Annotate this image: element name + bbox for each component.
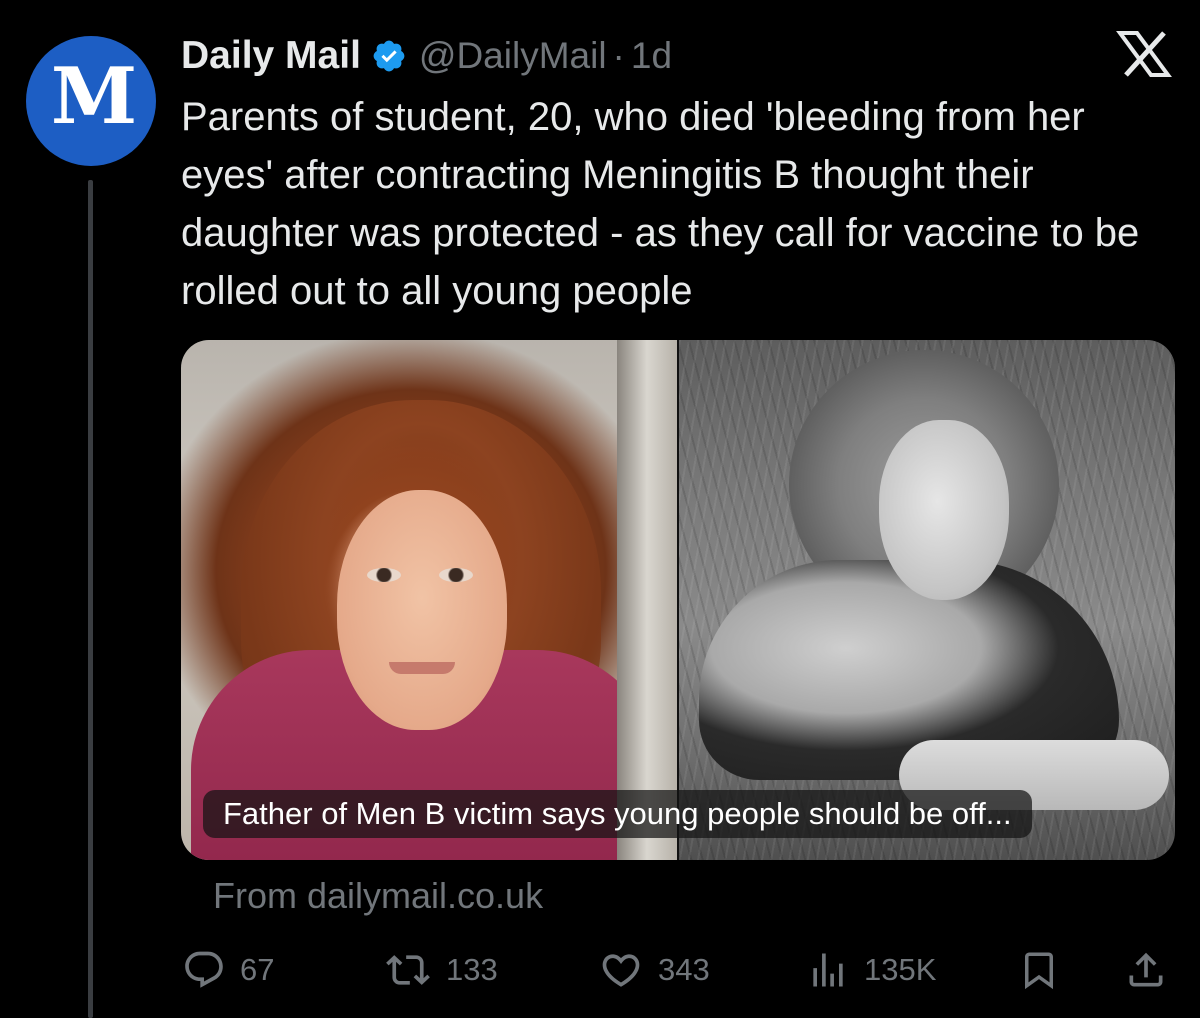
repost-button[interactable]: 133 — [384, 940, 498, 1000]
media-card[interactable]: Father of Men B victim says young people… — [181, 340, 1175, 860]
views-button[interactable]: 135K — [806, 940, 936, 1000]
separator-dot: · — [612, 35, 625, 76]
photo-face — [337, 490, 507, 730]
tweet-header: Daily Mail @DailyMail · 1d — [181, 30, 672, 82]
photo-eye-right — [439, 568, 473, 582]
card-source[interactable]: From dailymail.co.uk — [213, 875, 543, 917]
heart-icon — [598, 948, 644, 992]
repost-count: 133 — [446, 952, 498, 987]
verified-badge-icon — [371, 38, 407, 74]
avatar[interactable]: M — [26, 36, 156, 166]
share-button[interactable] — [1124, 940, 1168, 1000]
post-time[interactable]: 1d — [631, 35, 672, 77]
thread-line — [88, 180, 93, 1018]
author-handle[interactable]: @DailyMail — [419, 35, 607, 77]
photo-left — [181, 340, 677, 860]
reply-icon — [182, 948, 226, 992]
media-caption: Father of Men B victim says young people… — [203, 790, 1032, 838]
bookmark-button[interactable] — [1018, 940, 1060, 1000]
daily-mail-logo: M — [50, 51, 137, 142]
views-count: 135K — [864, 952, 937, 987]
like-button[interactable]: 343 — [598, 940, 710, 1000]
reply-count: 67 — [240, 952, 275, 987]
photo-mouth — [389, 662, 455, 674]
photo-window — [617, 340, 677, 860]
like-count: 343 — [658, 952, 710, 987]
photo-face-bw — [879, 420, 1009, 600]
action-bar: 67 133 343 135K — [0, 940, 1200, 1000]
bookmark-icon — [1018, 948, 1060, 992]
tweet-text: Parents of student, 20, who died 'bleedi… — [181, 95, 1140, 313]
reply-button[interactable]: 67 — [182, 940, 274, 1000]
photo-eye-left — [367, 568, 401, 582]
x-logo-icon — [1116, 30, 1172, 78]
share-icon — [1124, 948, 1168, 992]
analytics-icon — [806, 948, 850, 992]
photo-right — [679, 340, 1175, 860]
author-name[interactable]: Daily Mail — [181, 34, 361, 78]
media-caption-text: Father of Men B victim says young people… — [223, 796, 1012, 831]
repost-icon — [384, 948, 432, 992]
